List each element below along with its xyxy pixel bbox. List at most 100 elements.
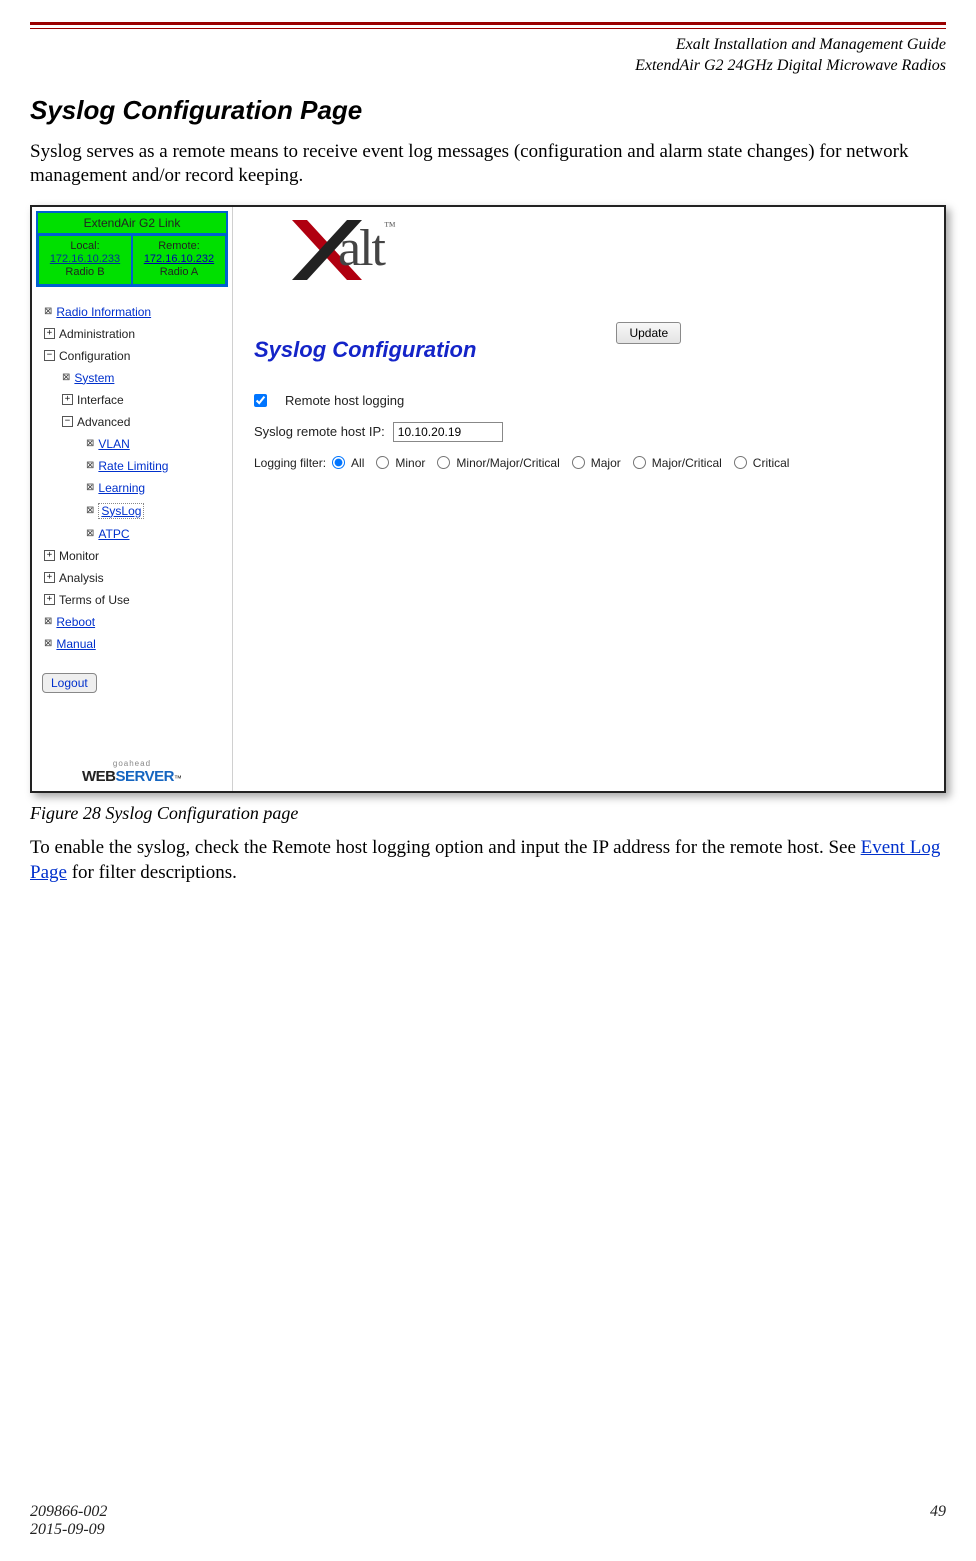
nav-label: Monitor bbox=[59, 549, 99, 563]
doc-header-line1: Exalt Installation and Management Guide bbox=[30, 35, 946, 56]
nav-terms[interactable]: + Terms of Use bbox=[38, 589, 226, 611]
remote-host-logging-label: Remote host logging bbox=[285, 393, 404, 408]
doc-header-line2: ExtendAir G2 24GHz Digital Microwave Rad… bbox=[30, 56, 946, 77]
section-title: Syslog Configuration Page bbox=[30, 95, 946, 126]
intro-paragraph: Syslog serves as a remote means to recei… bbox=[30, 140, 946, 189]
bullet-icon: ⊠ bbox=[86, 505, 94, 516]
filter-major-radio[interactable] bbox=[572, 456, 585, 469]
link-local-label: Local: bbox=[41, 240, 129, 253]
app-main: alt™ Syslog Configuration Update Remote … bbox=[232, 207, 944, 470]
webserver-web: WEB bbox=[82, 768, 116, 785]
footer-date: 2015-09-09 bbox=[30, 1521, 107, 1539]
filter-minor-label: Minor bbox=[395, 456, 425, 470]
logging-filter-row: Logging filter: All Minor Minor/Major/Cr… bbox=[254, 456, 944, 470]
plus-icon: + bbox=[62, 394, 73, 405]
filter-all-label: All bbox=[351, 456, 364, 470]
nav-administration[interactable]: + Administration bbox=[38, 323, 226, 345]
nav-syslog[interactable]: ⊠ SysLog bbox=[38, 499, 226, 523]
filter-critical-label: Critical bbox=[753, 456, 790, 470]
nav-label: Radio Information bbox=[56, 305, 151, 319]
exalt-logo: alt™ bbox=[292, 215, 482, 295]
nav-label: System bbox=[74, 371, 114, 385]
link-remote-ip[interactable]: 172.16.10.232 bbox=[135, 253, 223, 266]
panel-title: Syslog Configuration bbox=[254, 337, 476, 363]
nav-label: VLAN bbox=[98, 437, 129, 451]
nav-label: Interface bbox=[77, 393, 124, 407]
nav-advanced[interactable]: − Advanced bbox=[38, 411, 226, 433]
plus-icon: + bbox=[44, 572, 55, 583]
nav-label: Advanced bbox=[77, 415, 130, 429]
doc-footer: 209866-002 2015-09-09 49 bbox=[30, 1503, 946, 1539]
filter-minor-radio[interactable] bbox=[376, 456, 389, 469]
nav-reboot[interactable]: ⊠ Reboot bbox=[38, 611, 226, 633]
nav-analysis[interactable]: + Analysis bbox=[38, 567, 226, 589]
footer-docnum: 209866-002 bbox=[30, 1503, 107, 1521]
nav-label: SysLog bbox=[98, 503, 144, 519]
link-local-radio: Radio B bbox=[41, 266, 129, 279]
nav-atpc[interactable]: ⊠ ATPC bbox=[38, 523, 226, 545]
enable-paragraph: To enable the syslog, check the Remote h… bbox=[30, 836, 946, 885]
nav-label: Manual bbox=[56, 637, 95, 651]
nav-label: Rate Limiting bbox=[98, 459, 168, 473]
link-remote-radio: Radio A bbox=[135, 266, 223, 279]
nav-label: Analysis bbox=[59, 571, 104, 585]
nav-label: Configuration bbox=[59, 349, 130, 363]
nav-configuration[interactable]: − Configuration bbox=[38, 345, 226, 367]
nav-label: Learning bbox=[98, 481, 145, 495]
exalt-logo-text: alt™ bbox=[338, 219, 394, 278]
nav-learning[interactable]: ⊠ Learning bbox=[38, 477, 226, 499]
footer-pagenum: 49 bbox=[930, 1503, 946, 1539]
doc-header: Exalt Installation and Management Guide … bbox=[30, 35, 946, 77]
bullet-icon: ⊠ bbox=[44, 638, 52, 649]
link-remote-label: Remote: bbox=[135, 240, 223, 253]
nav-rate-limiting[interactable]: ⊠ Rate Limiting bbox=[38, 455, 226, 477]
bullet-icon: ⊠ bbox=[44, 306, 52, 317]
minus-icon: − bbox=[44, 350, 55, 361]
link-local-ip[interactable]: 172.16.10.233 bbox=[41, 253, 129, 266]
filter-mmc-label: Minor/Major/Critical bbox=[456, 456, 559, 470]
filter-mc-radio[interactable] bbox=[633, 456, 646, 469]
filter-critical-radio[interactable] bbox=[734, 456, 747, 469]
nav-interface[interactable]: + Interface bbox=[38, 389, 226, 411]
filter-all-radio[interactable] bbox=[332, 456, 345, 469]
para2-b: for filter descriptions. bbox=[67, 862, 237, 883]
syslog-ip-label: Syslog remote host IP: bbox=[254, 424, 385, 439]
webserver-server: SERVER bbox=[116, 768, 174, 785]
minus-icon: − bbox=[62, 416, 73, 427]
plus-icon: + bbox=[44, 550, 55, 561]
bullet-icon: ⊠ bbox=[44, 616, 52, 627]
link-status-title: ExtendAir G2 Link bbox=[38, 213, 226, 235]
nav-label: ATPC bbox=[98, 527, 129, 541]
filter-major-label: Major bbox=[591, 456, 621, 470]
bullet-icon: ⊠ bbox=[86, 482, 94, 493]
nav-label: Administration bbox=[59, 327, 135, 341]
link-remote-cell: Remote: 172.16.10.232 Radio A bbox=[132, 235, 226, 285]
link-local-cell: Local: 172.16.10.233 Radio B bbox=[38, 235, 132, 285]
webserver-logo: goahead WEBSERVER™ bbox=[82, 759, 182, 785]
nav-system[interactable]: ⊠ System bbox=[38, 367, 226, 389]
nav-tree: ⊠ Radio Information + Administration − C… bbox=[32, 301, 232, 655]
logging-filter-label: Logging filter: bbox=[254, 456, 326, 470]
filter-mmc-radio[interactable] bbox=[437, 456, 450, 469]
figure-caption: Figure 28 Syslog Configuration page bbox=[30, 803, 946, 824]
nav-radio-information[interactable]: ⊠ Radio Information bbox=[38, 301, 226, 323]
plus-icon: + bbox=[44, 328, 55, 339]
nav-manual[interactable]: ⊠ Manual bbox=[38, 633, 226, 655]
nav-label: Reboot bbox=[56, 615, 95, 629]
nav-vlan[interactable]: ⊠ VLAN bbox=[38, 433, 226, 455]
bullet-icon: ⊠ bbox=[62, 372, 70, 383]
update-button[interactable]: Update bbox=[616, 322, 681, 344]
remote-host-logging-checkbox[interactable] bbox=[254, 394, 267, 407]
top-rule bbox=[30, 22, 946, 29]
bullet-icon: ⊠ bbox=[86, 438, 94, 449]
logout-button[interactable]: Logout bbox=[42, 673, 97, 693]
app-sidebar: ExtendAir G2 Link Local: 172.16.10.233 R… bbox=[32, 207, 233, 791]
nav-monitor[interactable]: + Monitor bbox=[38, 545, 226, 567]
filter-mc-label: Major/Critical bbox=[652, 456, 722, 470]
syslog-ip-input[interactable] bbox=[393, 422, 503, 442]
para2-a: To enable the syslog, check the Remote h… bbox=[30, 837, 861, 858]
webserver-goahead: goahead bbox=[82, 759, 182, 768]
bullet-icon: ⊠ bbox=[86, 460, 94, 471]
syslog-form: Remote host logging Syslog remote host I… bbox=[254, 393, 944, 470]
bullet-icon: ⊠ bbox=[86, 528, 94, 539]
